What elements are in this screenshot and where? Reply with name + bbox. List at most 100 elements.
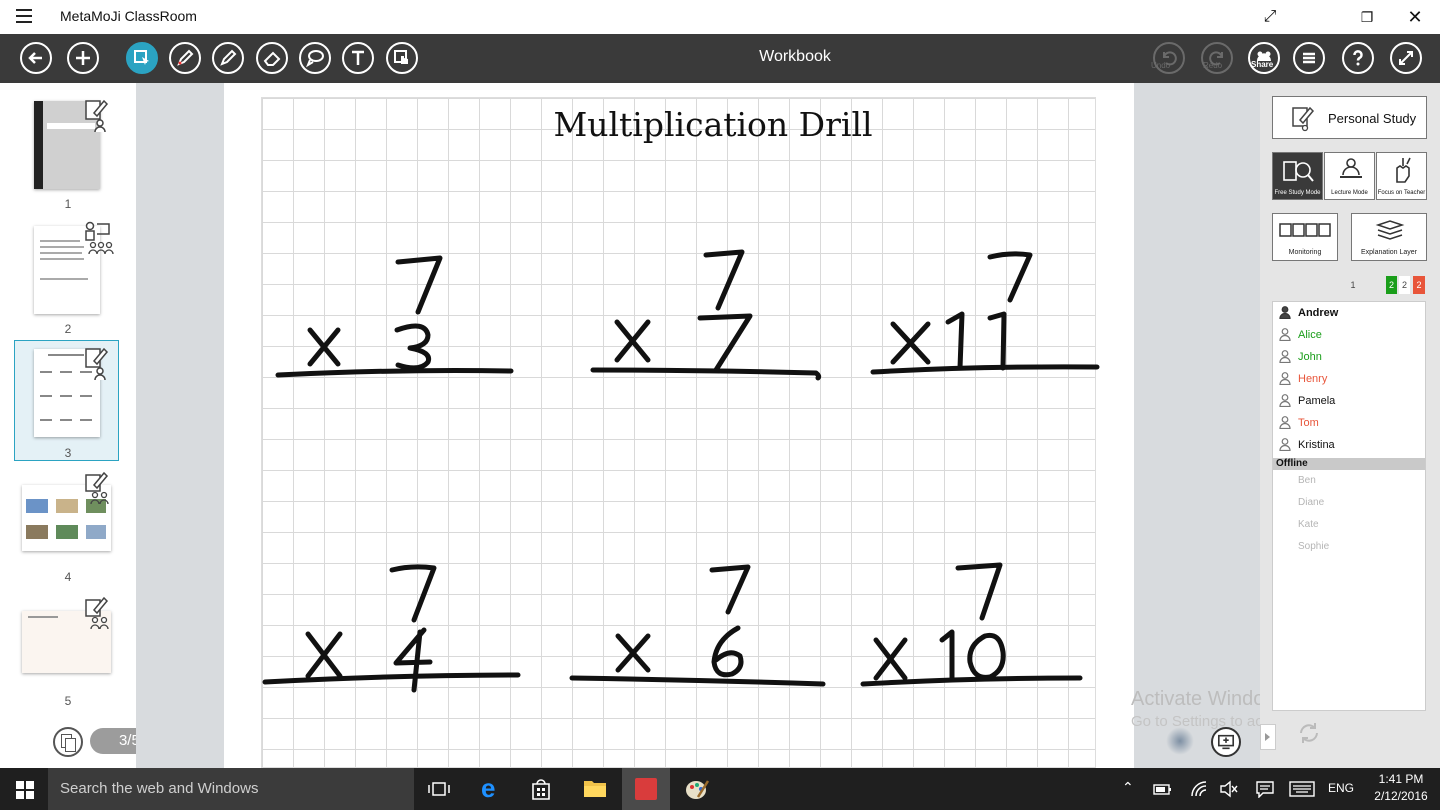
menu-button[interactable] xyxy=(1293,42,1325,74)
marker-tool-button[interactable] xyxy=(212,42,244,74)
student-row[interactable]: Alice xyxy=(1273,324,1425,346)
student-row[interactable]: Tom xyxy=(1273,412,1425,434)
student-row[interactable]: Kristina xyxy=(1273,434,1425,456)
eraser-tool-button[interactable] xyxy=(256,42,288,74)
offline-student-name[interactable]: Sophie xyxy=(1298,541,1329,552)
student-name: John xyxy=(1298,351,1322,363)
student-name: Tom xyxy=(1298,417,1319,429)
sync-icon[interactable] xyxy=(1296,720,1322,746)
monitoring-pages-icon xyxy=(1279,223,1331,237)
offline-student-name[interactable]: Ben xyxy=(1298,475,1316,486)
mode-label: Focus on Teacher xyxy=(1377,190,1426,196)
edge-browser-icon[interactable]: e xyxy=(481,775,503,801)
text-tool-button[interactable] xyxy=(342,42,374,74)
count-green: 2 xyxy=(1386,276,1397,294)
person-icon xyxy=(1279,306,1291,319)
action-center-icon[interactable] xyxy=(1255,780,1275,798)
mode-label: Lecture Mode xyxy=(1331,190,1368,196)
lasso-select-icon xyxy=(134,50,149,65)
page-view-toggle-icon[interactable] xyxy=(53,727,83,757)
count-red: 2 xyxy=(1413,276,1425,294)
file-explorer-icon[interactable] xyxy=(583,778,607,798)
back-button[interactable] xyxy=(20,42,52,74)
share-button[interactable] xyxy=(1248,42,1280,74)
close-window-icon[interactable]: ✕ xyxy=(1403,6,1427,28)
restore-window-icon[interactable]: ❐ xyxy=(1355,6,1379,28)
text-icon xyxy=(352,50,364,65)
student-row[interactable]: Henry xyxy=(1273,368,1425,390)
focus-on-teacher-button[interactable]: Focus on Teacher xyxy=(1376,152,1427,200)
person-icon xyxy=(1279,438,1291,451)
page-title: Multiplication Drill xyxy=(553,105,873,144)
count-white: 2 xyxy=(1399,276,1410,294)
raised-hand-icon xyxy=(1396,157,1411,183)
metamoji-taskbar-button[interactable] xyxy=(622,768,670,810)
clock-date[interactable]: 2/12/2016 xyxy=(1366,789,1436,803)
offline-header: Offline xyxy=(1273,458,1425,470)
select-tool-button[interactable] xyxy=(126,42,158,74)
clock-time[interactable]: 1:41 PM xyxy=(1369,772,1433,786)
lecture-mode-button[interactable]: Lecture Mode xyxy=(1324,152,1375,200)
person-icon xyxy=(1279,394,1291,407)
offline-student-name[interactable]: Diane xyxy=(1298,497,1324,508)
expand-button[interactable] xyxy=(1390,42,1422,74)
expand-arrows-icon xyxy=(1399,51,1413,65)
shape-tool-button[interactable] xyxy=(299,42,331,74)
taskbar-search-box[interactable]: Search the web and Windows xyxy=(48,768,414,810)
count-total: 1 xyxy=(1350,280,1356,290)
student-name: Andrew xyxy=(1298,307,1339,319)
thumbnail-number: 1 xyxy=(64,197,72,211)
volume-muted-icon[interactable] xyxy=(1219,780,1239,798)
add-page-button[interactable] xyxy=(67,42,99,74)
thumbnail-number: 4 xyxy=(64,570,72,584)
arrow-left-icon xyxy=(28,52,42,64)
pen-icon xyxy=(177,49,194,66)
personal-study-label: Personal Study xyxy=(1328,111,1417,126)
undo-label: Undo xyxy=(1151,61,1171,70)
redo-label: Redo xyxy=(1203,61,1223,70)
person-icon xyxy=(1279,372,1291,385)
personal-study-button[interactable]: Personal Study xyxy=(1272,96,1427,139)
group-edit-icon xyxy=(85,596,109,630)
free-study-mode-button[interactable]: Free Study Mode xyxy=(1272,152,1323,200)
thumbnail-number: 3 xyxy=(64,446,72,460)
eraser-icon xyxy=(263,51,281,66)
lecturer-icon xyxy=(1340,158,1362,178)
grid-paper[interactable] xyxy=(261,97,1096,768)
student-row[interactable]: Pamela xyxy=(1273,390,1425,412)
monitoring-button[interactable]: Monitoring xyxy=(1272,213,1338,261)
battery-icon[interactable] xyxy=(1153,781,1173,797)
store-icon[interactable] xyxy=(530,777,552,801)
present-screen-button[interactable] xyxy=(1211,727,1241,757)
task-view-icon[interactable] xyxy=(428,780,450,798)
hamburger-menu-icon[interactable] xyxy=(16,9,32,23)
chevron-right-icon xyxy=(1265,733,1270,741)
share-label: Share xyxy=(1251,60,1274,69)
speech-bubble-icon xyxy=(305,50,324,68)
search-placeholder: Search the web and Windows xyxy=(60,780,259,797)
wifi-icon[interactable] xyxy=(1190,780,1208,798)
help-button[interactable] xyxy=(1342,42,1374,74)
laser-pointer-icon[interactable] xyxy=(1166,727,1194,755)
lecture-group-icon xyxy=(85,221,114,255)
explanation-layer-button[interactable]: Explanation Layer xyxy=(1351,213,1427,261)
student-name: Alice xyxy=(1298,329,1322,341)
student-name: Pamela xyxy=(1298,395,1336,407)
insert-tool-button[interactable] xyxy=(386,42,418,74)
keyboard-icon[interactable] xyxy=(1289,781,1315,797)
person-icon xyxy=(1279,350,1291,363)
explanation-layer-label: Explanation Layer xyxy=(1360,249,1418,256)
tray-overflow-icon[interactable]: ⌃ xyxy=(1122,779,1134,796)
windows-start-icon[interactable] xyxy=(16,781,34,799)
language-indicator[interactable]: ENG xyxy=(1328,781,1354,795)
person-icon xyxy=(1279,416,1291,429)
marker-icon xyxy=(220,49,237,66)
offline-student-name[interactable]: Kate xyxy=(1298,519,1319,530)
fullscreen-icon[interactable]: ⤢ xyxy=(1258,6,1282,28)
page-thumbnails-panel: 1 2 3 4 5 3/5 xyxy=(0,83,208,768)
pen-tool-button[interactable] xyxy=(169,42,201,74)
student-row[interactable]: John xyxy=(1273,346,1425,368)
collapse-panel-button[interactable] xyxy=(1260,724,1276,750)
paint-app-icon[interactable] xyxy=(684,777,710,801)
student-row[interactable]: Andrew xyxy=(1273,302,1425,324)
